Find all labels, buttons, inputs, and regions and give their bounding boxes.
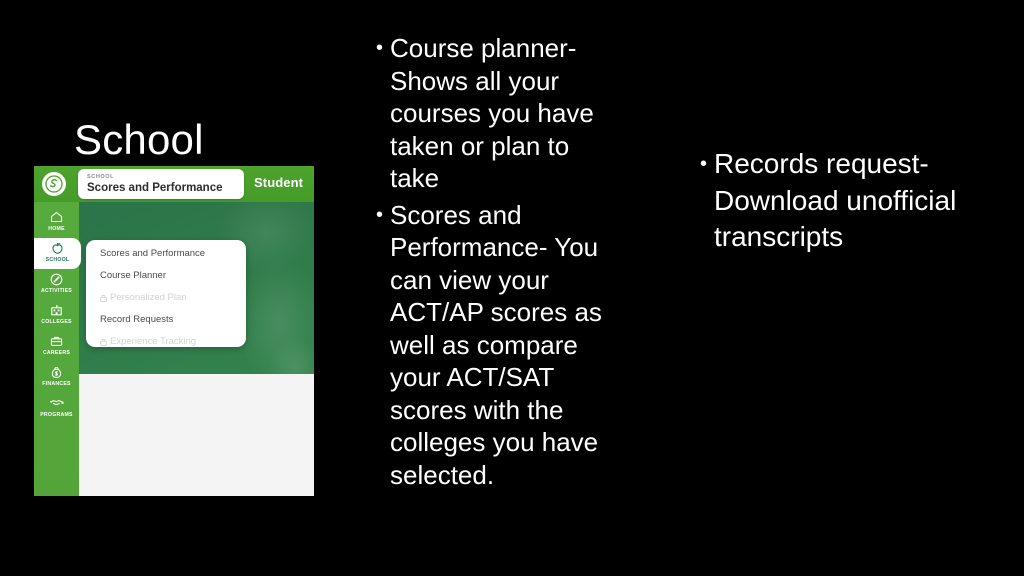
menu-item-scores-and-performance[interactable]: Scores and Performance bbox=[86, 248, 246, 260]
sidebar-item-label: FINANCES bbox=[42, 381, 71, 387]
sidebar-item-label: PROGRAMS bbox=[40, 412, 73, 418]
list-item: • Records request- Download unofficial t… bbox=[700, 146, 990, 256]
briefcase-icon bbox=[34, 335, 79, 349]
menu-item-label: Scores and Performance bbox=[100, 248, 206, 259]
sidebar-item-colleges[interactable]: COLLEGES bbox=[34, 300, 79, 331]
menu-item-personalized-plan: Personalized Plan bbox=[86, 292, 246, 304]
menu-item-experience-tracking: Experience Tracking bbox=[86, 336, 246, 348]
bullet-list-middle: • Course planner- Shows all your courses… bbox=[376, 32, 624, 495]
apple-icon bbox=[34, 242, 81, 256]
bullet-glyph: • bbox=[700, 153, 708, 175]
list-item: • Course planner- Shows all your courses… bbox=[376, 32, 624, 195]
sidebar-item-careers[interactable]: CAREERS bbox=[34, 331, 79, 362]
pencil-circle-icon bbox=[34, 273, 79, 287]
bullet-glyph: • bbox=[376, 37, 384, 59]
menu-item-label: Experience Tracking bbox=[110, 336, 197, 347]
menu-item-course-planner[interactable]: Course Planner bbox=[86, 270, 246, 282]
menu-item-label: Record Requests bbox=[100, 314, 174, 325]
sidebar-item-programs[interactable]: PROGRAMS bbox=[34, 393, 79, 424]
money-bag-icon bbox=[34, 366, 79, 380]
bullet-text: Course planner- Shows all your courses y… bbox=[390, 33, 594, 193]
menu-item-label: Course Planner bbox=[100, 270, 167, 281]
scoir-s-logo-icon[interactable] bbox=[42, 172, 66, 196]
bullet-glyph: • bbox=[376, 203, 384, 226]
sidebar-item-label: CAREERS bbox=[42, 350, 71, 356]
page-title: School bbox=[74, 116, 204, 163]
home-icon bbox=[34, 211, 79, 225]
sidebar-item-label: ACTIVITIES bbox=[40, 288, 73, 294]
menu-item-record-requests[interactable]: Record Requests bbox=[86, 314, 246, 326]
menu-item-label: Personalized Plan bbox=[110, 292, 187, 303]
app-screenshot: SCHOOL Scores and Performance Student HO… bbox=[34, 166, 314, 496]
sidebar-nav: HOME SCHOOL ACTIVITIES COLLEGES CAREERS … bbox=[34, 202, 81, 496]
sidebar-item-school[interactable]: SCHOOL bbox=[34, 238, 81, 269]
app-topbar: SCHOOL Scores and Performance Student bbox=[34, 166, 314, 202]
sidebar-item-label: SCHOOL bbox=[45, 257, 70, 263]
sidebar-item-home[interactable]: HOME bbox=[34, 207, 79, 238]
bullet-list-right: • Records request- Download unofficial t… bbox=[700, 146, 990, 260]
school-building-icon bbox=[34, 304, 79, 318]
sidebar-item-finances[interactable]: FINANCES bbox=[34, 362, 79, 393]
handshake-icon bbox=[34, 397, 79, 411]
breadcrumb-section: SCHOOL bbox=[87, 174, 115, 180]
sidebar-item-label: COLLEGES bbox=[41, 319, 72, 325]
school-flyout-menu: Scores and Performance Course Planner Pe… bbox=[86, 240, 246, 347]
bullet-text: Records request- Download unofficial tra… bbox=[714, 148, 957, 252]
breadcrumb-page: Scores and Performance bbox=[87, 182, 223, 194]
breadcrumb[interactable]: SCHOOL Scores and Performance bbox=[78, 169, 244, 199]
lock-icon bbox=[100, 294, 107, 302]
list-item: • Scores and Performance- You can view y… bbox=[376, 199, 624, 492]
bullet-text: Scores and Performance- You can view you… bbox=[390, 199, 602, 490]
lock-icon bbox=[100, 338, 107, 346]
role-label: Student bbox=[254, 175, 304, 190]
sidebar-item-label: HOME bbox=[48, 226, 65, 232]
sidebar-item-activities[interactable]: ACTIVITIES bbox=[34, 269, 79, 300]
